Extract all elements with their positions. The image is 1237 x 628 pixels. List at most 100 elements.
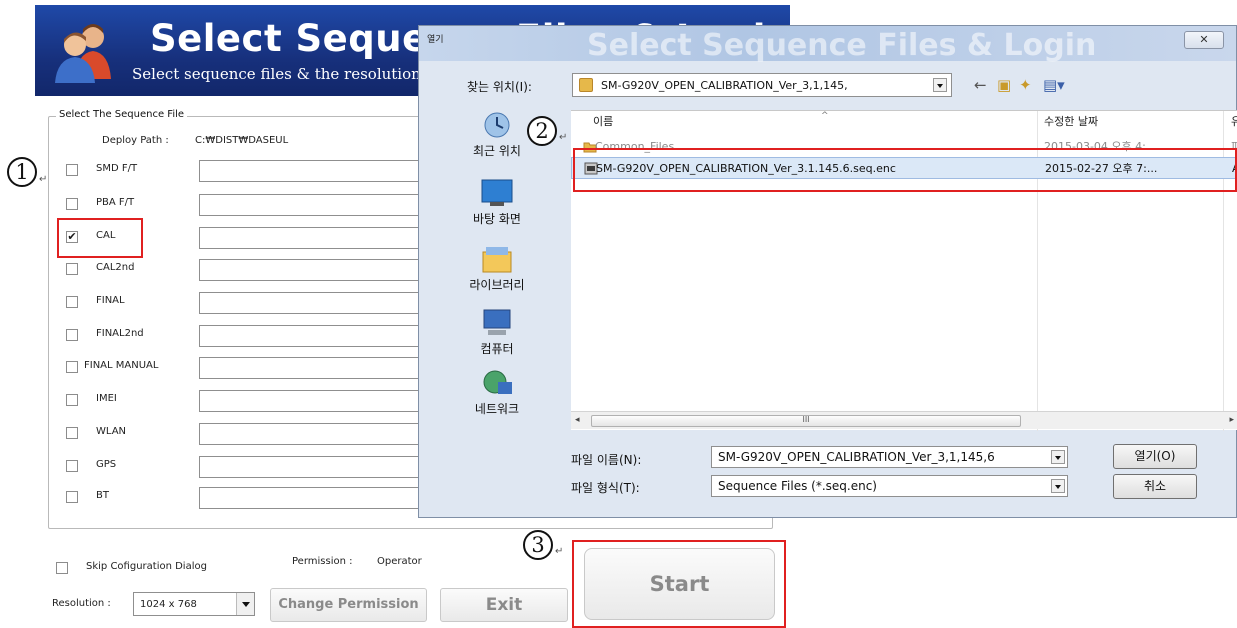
recent-places-icon <box>484 112 510 138</box>
filename-label: 파일 이름(N): <box>571 453 642 467</box>
sequence-path-field[interactable] <box>199 227 429 249</box>
place-label: 컴퓨터 <box>480 342 514 356</box>
sequence-row-final2nd: FINAL2nd <box>66 325 466 347</box>
up-folder-icon[interactable]: ▣ <box>997 76 1011 94</box>
step-pointer-icon: ↵ <box>555 546 564 557</box>
sequence-checkbox[interactable] <box>66 263 78 275</box>
sequence-row-gps: GPS <box>66 456 466 478</box>
place-label: 네트워크 <box>474 402 520 416</box>
place-computer[interactable]: 컴퓨터 <box>439 308 555 357</box>
sequence-label: PBA F/T <box>96 197 135 208</box>
dialog-titlebar[interactable]: 열기 Select Sequence Files & Login ✕ <box>419 26 1236 63</box>
skip-config-label: Skip Cofiguration Dialog <box>86 561 207 572</box>
ghost-title-through-glass: Select Sequence Files & Login <box>587 28 1097 63</box>
desktop-icon <box>481 179 513 206</box>
sequence-path-field[interactable] <box>199 325 429 347</box>
change-permission-button[interactable]: Change Permission <box>270 588 427 622</box>
place-label: 바탕 화면 <box>473 212 521 226</box>
sequence-path-field[interactable] <box>199 487 429 509</box>
sequence-row-imei: IMEI <box>66 390 466 412</box>
sequence-path-field[interactable] <box>199 292 429 314</box>
horizontal-scrollbar[interactable]: ◂ III ▸ <box>571 411 1237 429</box>
step-1-marker: 1 <box>7 157 37 187</box>
sequence-row-wlan: WLAN <box>66 423 466 445</box>
sequence-checkbox[interactable] <box>66 329 78 341</box>
scroll-right-icon[interactable]: ▸ <box>1229 415 1234 425</box>
sequence-checkbox[interactable] <box>66 296 78 308</box>
step-3-marker: 3 <box>523 530 553 560</box>
sequence-path-field[interactable] <box>199 423 429 445</box>
filename-value: SM-G920V_OPEN_CALIBRATION_Ver_3,1,145,6 <box>718 450 995 464</box>
open-file-dialog: 열기 Select Sequence Files & Login ✕ 찾는 위치… <box>418 25 1237 518</box>
deploy-path-label: Deploy Path : <box>102 135 169 146</box>
sequence-row-pba-ft: PBA F/T <box>66 194 466 216</box>
open-button[interactable]: 열기(O) <box>1113 444 1197 469</box>
sequence-label: IMEI <box>96 393 117 404</box>
place-libraries[interactable]: 라이브러리 <box>439 244 555 293</box>
sequence-checkbox[interactable] <box>66 394 78 406</box>
look-in-select[interactable]: SM-G920V_OPEN_CALIBRATION_Ver_3,1,145, <box>572 73 952 97</box>
column-header-name[interactable]: 이름 <box>593 111 613 133</box>
back-arrow-icon[interactable]: ← <box>974 76 987 94</box>
libraries-icon <box>482 247 512 273</box>
scroll-left-icon[interactable]: ◂ <box>575 415 580 425</box>
sequence-checkbox[interactable] <box>66 198 78 210</box>
dialog-title: 열기 <box>427 35 444 45</box>
sequence-label: SMD F/T <box>96 163 138 174</box>
scroll-thumb[interactable]: III <box>591 415 1021 427</box>
step-pointer-icon: ↵ <box>559 132 568 143</box>
app-subtitle: Select sequence files & the resolution <box>132 65 421 83</box>
sequence-label: FINAL2nd <box>96 328 144 339</box>
users-icon <box>55 24 111 83</box>
screenshot-stage: Select Sequence Files & Login Select seq… <box>0 0 1237 628</box>
cancel-button[interactable]: 취소 <box>1113 474 1197 499</box>
sequence-path-field[interactable] <box>199 259 429 281</box>
new-folder-icon[interactable]: ✦ <box>1019 76 1032 94</box>
computer-icon <box>483 309 511 335</box>
cal-highlight-box <box>57 218 143 258</box>
network-icon <box>483 370 512 394</box>
sequence-path-field[interactable] <box>199 390 429 412</box>
chevron-down-icon[interactable] <box>1051 450 1065 464</box>
sequence-path-field[interactable] <box>199 160 429 182</box>
resolution-select[interactable]: 1024 x 768 <box>133 592 255 616</box>
sequence-checkbox[interactable] <box>66 491 78 503</box>
sequence-row-final: FINAL <box>66 292 466 314</box>
sequence-checkbox[interactable] <box>66 164 78 176</box>
sort-ascending-icon: ^ <box>821 111 829 121</box>
skip-config-checkbox[interactable] <box>56 562 68 574</box>
sequence-row-smd-ft: SMD F/T <box>66 160 466 182</box>
sequence-checkbox[interactable] <box>66 460 78 472</box>
chevron-down-icon[interactable] <box>236 593 254 615</box>
sequence-label: FINAL <box>96 295 125 306</box>
sequence-label: FINAL MANUAL <box>84 360 159 371</box>
folder-icon <box>579 78 593 92</box>
place-desktop[interactable]: 바탕 화면 <box>439 178 555 227</box>
look-in-label: 찾는 위치(I): <box>467 80 532 94</box>
place-network[interactable]: 네트워크 <box>439 368 555 417</box>
close-icon[interactable]: ✕ <box>1184 31 1224 49</box>
sequence-path-field[interactable] <box>199 194 429 216</box>
chevron-down-icon[interactable] <box>933 78 947 92</box>
exit-button[interactable]: Exit <box>440 588 568 622</box>
view-menu-icon[interactable]: ▤▾ <box>1043 76 1065 94</box>
column-header-type[interactable]: 유 <box>1231 111 1237 133</box>
permission-value: Operator <box>377 556 422 567</box>
filetype-label: 파일 형식(T): <box>571 481 640 495</box>
column-header-date[interactable]: 수정한 날짜 <box>1044 111 1098 133</box>
scroll-grip: III <box>802 415 810 424</box>
sequence-row-cal2nd: CAL2nd <box>66 259 466 281</box>
chevron-down-icon[interactable] <box>1051 479 1065 493</box>
sequence-row-final-manual: FINAL MANUAL <box>66 357 466 379</box>
sequence-path-field[interactable] <box>199 357 429 379</box>
permission-label: Permission : <box>292 556 353 567</box>
sequence-row-bt: BT <box>66 487 466 509</box>
deploy-path-value: C:₩DIST₩DASEUL <box>195 135 289 146</box>
sequence-path-field[interactable] <box>199 456 429 478</box>
filetype-select[interactable]: Sequence Files (*.seq.enc) <box>711 475 1068 497</box>
file-highlight-box <box>573 148 1237 192</box>
sequence-checkbox[interactable] <box>66 427 78 439</box>
step-2-marker: 2 <box>527 116 557 146</box>
filename-input[interactable]: SM-G920V_OPEN_CALIBRATION_Ver_3,1,145,6 <box>711 446 1068 468</box>
sequence-checkbox[interactable] <box>66 361 78 373</box>
